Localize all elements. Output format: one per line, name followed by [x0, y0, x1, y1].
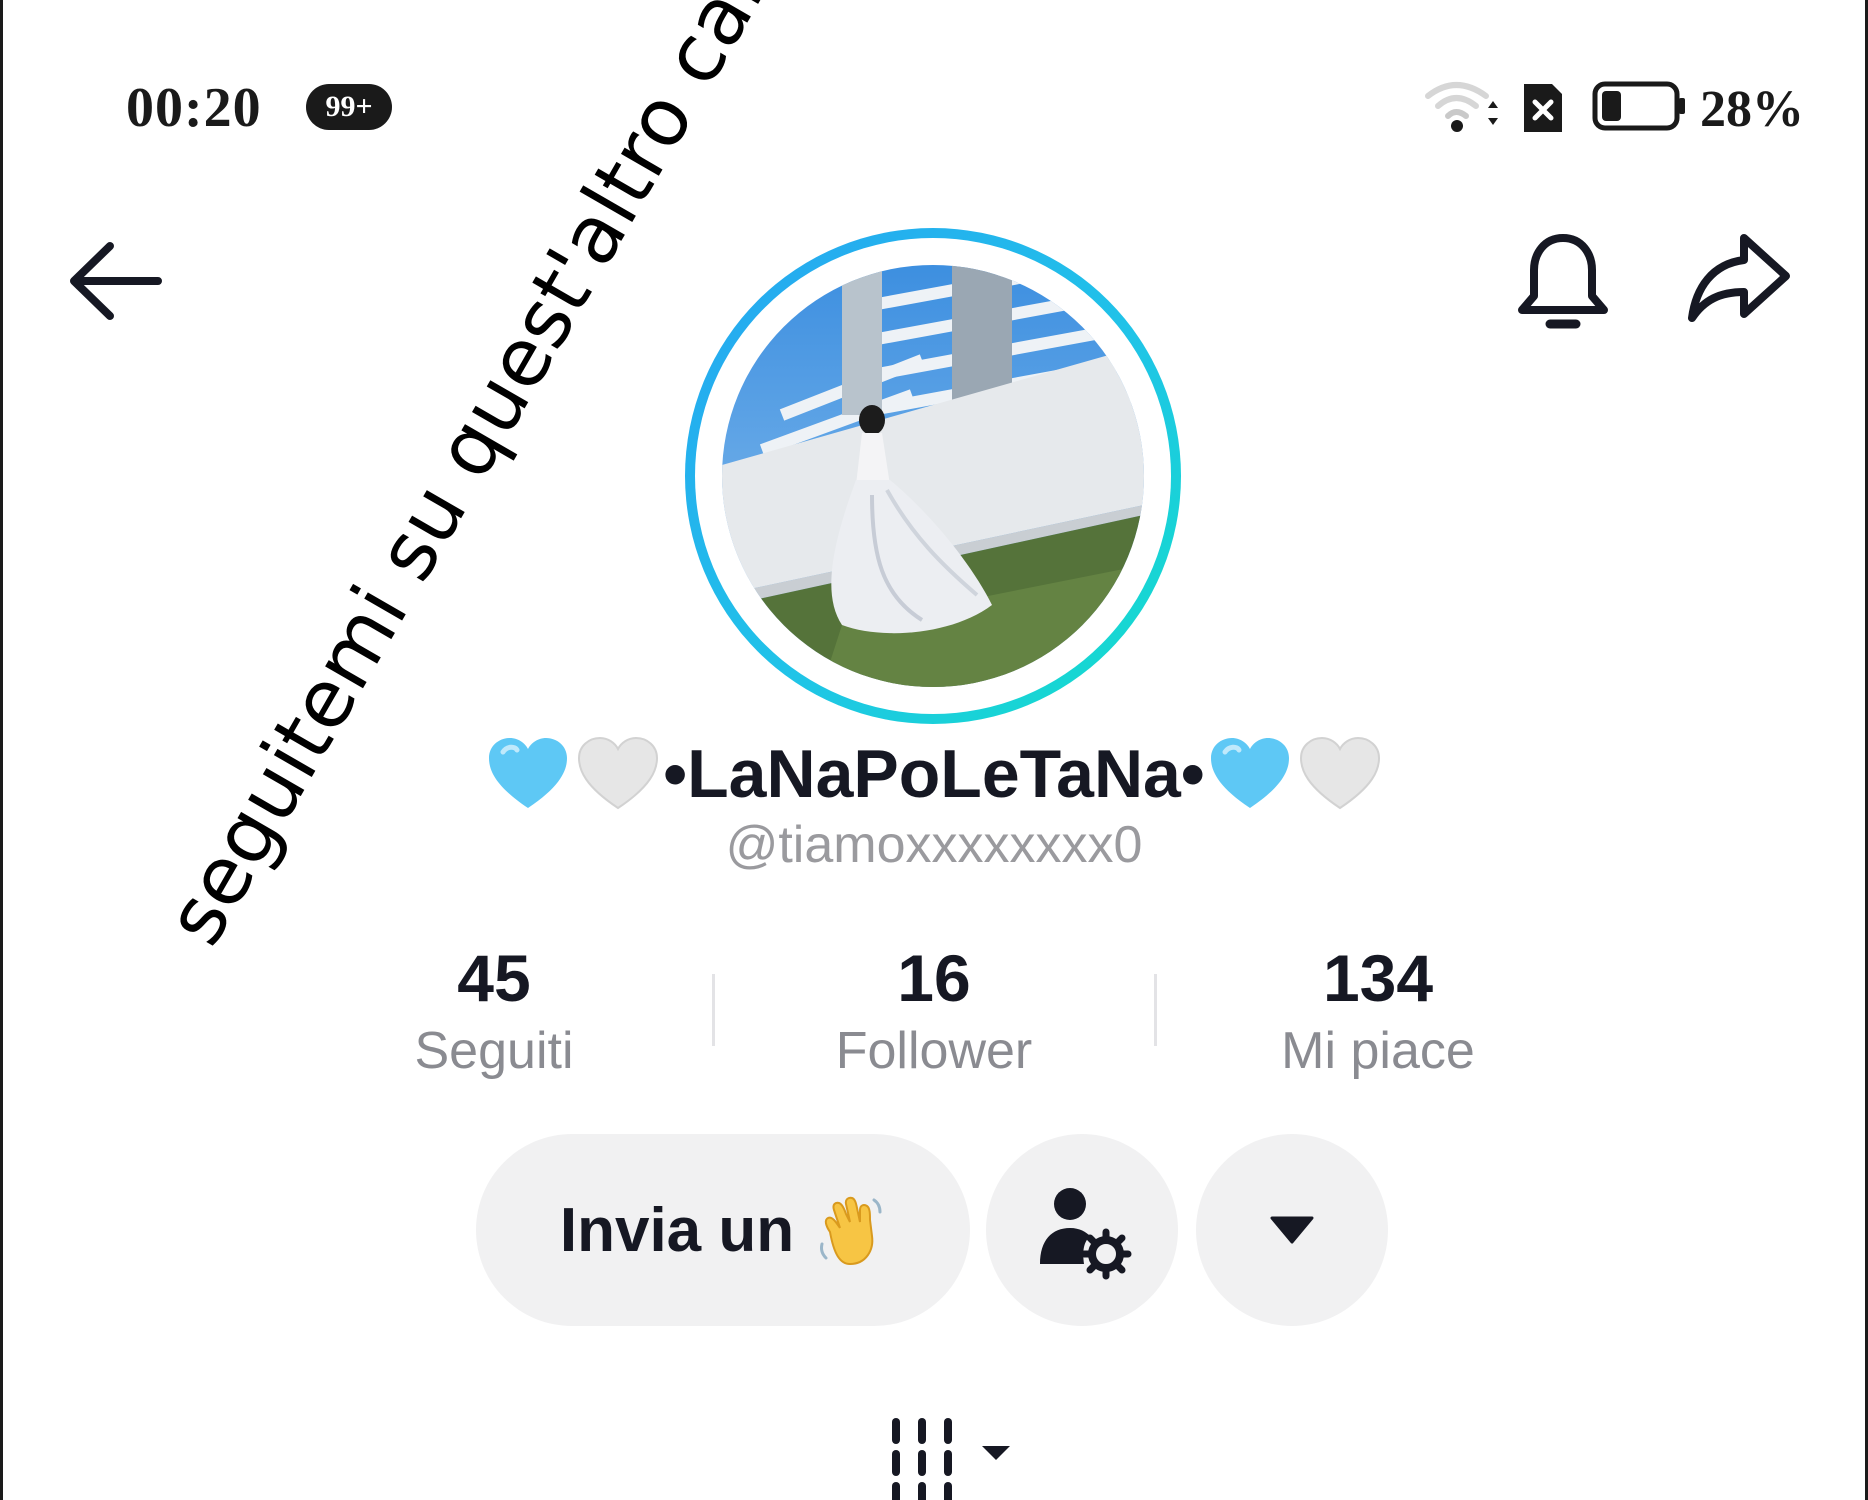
stat-value: 134	[1322, 941, 1434, 1015]
manage-profile-button[interactable]	[986, 1134, 1178, 1326]
stat-label: Follower	[835, 1021, 1033, 1080]
more-options-button[interactable]	[1196, 1134, 1388, 1326]
bell-icon	[1518, 234, 1608, 329]
blue-heart-icon	[489, 738, 568, 809]
display-name: •LaNaPoLeTaNa•	[0, 730, 1868, 813]
stat-value: 45	[457, 941, 531, 1015]
stat-following[interactable]: 45 Seguiti	[334, 942, 654, 1081]
back-arrow-icon	[70, 242, 162, 320]
share-icon	[1688, 234, 1790, 322]
stat-label: Mi piace	[1281, 1021, 1475, 1080]
display-name-text: •LaNaPoLeTaNa•	[663, 736, 1205, 813]
blue-heart-icon	[1210, 738, 1289, 809]
notification-badge: 99+	[306, 84, 392, 130]
person-settings-icon	[1040, 1188, 1132, 1280]
tab-videos[interactable]	[886, 1414, 1016, 1500]
username[interactable]: @tiamoxxxxxxxx0	[0, 815, 1868, 875]
status-time: 00:20	[126, 77, 262, 139]
share-button[interactable]	[1686, 230, 1792, 330]
stat-likes[interactable]: 134 Mi piace	[1218, 942, 1538, 1081]
white-heart-icon	[578, 737, 659, 810]
battery-icon	[1592, 80, 1688, 132]
battery-percent: 28%	[1700, 81, 1804, 138]
back-button[interactable]	[66, 238, 166, 324]
wifi-icon	[1424, 78, 1500, 134]
caret-down-icon	[1270, 1216, 1314, 1244]
stat-divider	[1154, 974, 1157, 1046]
avatar[interactable]	[722, 265, 1144, 687]
stat-followers[interactable]: 16 Follower	[774, 942, 1094, 1081]
sim-icon	[1520, 80, 1566, 136]
waving-hand-icon	[820, 1196, 882, 1266]
notifications-button[interactable]	[1514, 230, 1612, 336]
grid-lines-icon	[892, 1418, 1010, 1500]
send-wave-button[interactable]: Invia un	[476, 1134, 970, 1326]
stat-label: Seguiti	[414, 1021, 574, 1080]
stat-divider	[712, 974, 715, 1046]
send-wave-label: Invia un	[559, 1195, 795, 1265]
stat-value: 16	[897, 941, 971, 1015]
white-heart-icon	[1299, 737, 1380, 810]
